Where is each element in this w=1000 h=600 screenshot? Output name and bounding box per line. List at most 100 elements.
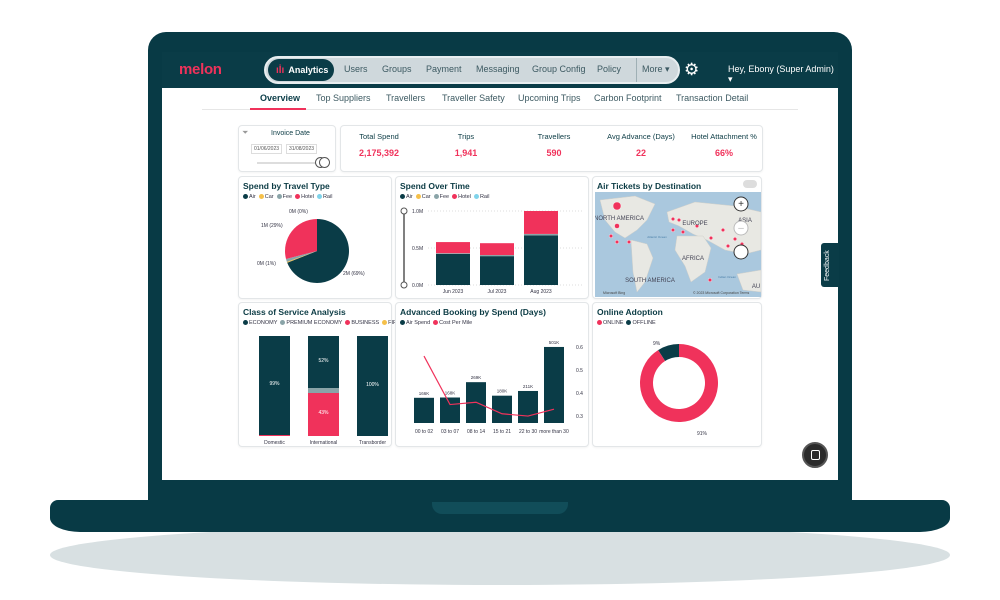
user-menu[interactable]: Hey, Ebony (Super Admin) ▾ <box>728 64 838 85</box>
x-tick-label: Domestic <box>264 440 285 446</box>
minus-icon: – <box>738 223 744 234</box>
map-label: EUROPE <box>682 221 707 227</box>
nav-users[interactable]: Users <box>344 64 368 74</box>
destination-marker <box>615 240 620 245</box>
nav-payment[interactable]: Payment <box>426 64 462 74</box>
bar-air-spend <box>492 395 512 423</box>
kpi-label: Hotel Attachment % <box>691 132 757 141</box>
bar-segment-air <box>480 256 514 285</box>
laptop-notch <box>432 500 568 514</box>
x-tick-label: Transborder <box>359 440 386 446</box>
donut-data-label: 91% <box>697 431 708 437</box>
bar-segment-business <box>259 435 290 436</box>
destination-map[interactable]: NORTH AMERICAEUROPE ASIAAFRICASOUTH AMERI… <box>595 192 761 297</box>
end-date-input[interactable]: 31/08/2023 <box>286 144 318 154</box>
nav-group-config[interactable]: Group Config <box>532 64 586 74</box>
nav-policy[interactable]: Policy <box>597 64 621 74</box>
date-slider-track[interactable] <box>257 162 317 164</box>
nav-analytics[interactable]: ıİı Analytics <box>268 59 334 81</box>
bar-data-label: 269K <box>471 375 482 380</box>
destination-marker <box>720 228 725 233</box>
kpi-card: Total Spend 2,175,392 Trips 1,941 Travel… <box>340 125 763 172</box>
x-tick-label: 03 to 07 <box>441 429 459 435</box>
tab-travellers[interactable]: Travellers <box>386 93 425 103</box>
bar-data-label: 168K <box>445 391 456 396</box>
tab-traveller-safety[interactable]: Traveller Safety <box>442 93 505 103</box>
bar-data-label: 180K <box>497 389 508 394</box>
bar-segment-fee <box>524 233 558 236</box>
x-tick-label: Jul 2023 <box>488 289 507 295</box>
pie-data-label: 1M (29%) <box>261 223 283 229</box>
feedback-tab[interactable]: Feedback <box>821 243 839 287</box>
destination-marker <box>614 223 620 229</box>
dashboard-tabs: Overview Top Suppliers Travellers Travel… <box>202 88 798 110</box>
tab-carbon-footprint[interactable]: Carbon Footprint <box>594 93 662 103</box>
slider-handle-top <box>400 207 408 215</box>
start-date-input[interactable]: 01/06/2023 <box>251 144 283 154</box>
melon-logo[interactable]: melon <box>179 61 222 78</box>
nav-groups[interactable]: Groups <box>382 64 412 74</box>
filter-title: Invoice Date <box>271 130 310 137</box>
gear-icon[interactable]: ⚙ <box>684 61 702 79</box>
slider-handle-bottom <box>400 281 408 289</box>
spend-over-time-card: Spend Over Time Air Car Fee Hotel Rail 0.0M 0… <box>395 176 589 299</box>
y-tick-label: 0.0M <box>412 283 423 289</box>
x-tick-label: more than 30 <box>539 429 569 435</box>
tab-transaction-detail[interactable]: Transaction Detail <box>676 93 748 103</box>
nav-messaging[interactable]: Messaging <box>476 64 520 74</box>
y2-tick-label: 0.4 <box>576 391 583 397</box>
kpi-label: Travellers <box>537 132 571 141</box>
y-tick-label: 1.0M <box>412 209 423 215</box>
bar-air-spend <box>440 397 460 423</box>
bar-air-spend <box>414 397 434 423</box>
bar-air-spend <box>518 390 538 423</box>
date-slider-handle-end[interactable] <box>319 157 330 168</box>
plus-icon: + <box>738 199 744 210</box>
laptop-shadow <box>50 525 950 585</box>
air-tickets-map-card: Air Tickets by Destination NORTH AMERICA… <box>592 176 762 299</box>
map-label: Atlantic Ocean <box>647 235 667 239</box>
bar-data-label: 166K <box>419 391 430 396</box>
x-tick-label: 08 to 14 <box>467 429 485 435</box>
advanced-booking-chart: 166K 00 to 02 168K 03 to 07 269K 08 to 14 180K… <box>414 340 583 435</box>
kpi-value: 22 <box>635 148 646 158</box>
x-tick-label: 00 to 02 <box>415 429 433 435</box>
map-toggle[interactable] <box>743 180 757 188</box>
destination-marker <box>707 277 712 282</box>
destination-marker <box>725 244 730 249</box>
bar-data-label: 43% <box>318 410 329 416</box>
destination-marker <box>732 237 737 242</box>
invoice-date-filter: ⏷ Invoice Date 01/06/2023 31/08/2023 <box>238 125 336 172</box>
advanced-booking-card: Advanced Booking by Spend (Days) Air Spe… <box>395 302 589 447</box>
kpi-value: 1,941 <box>454 148 478 158</box>
kpi-label: Avg Advance (Days) <box>607 132 675 141</box>
bar-data-label: 100% <box>366 382 379 388</box>
bar-segment-hotel <box>436 242 470 254</box>
tab-overview[interactable]: Overview <box>260 93 300 103</box>
kpi-value: 66% <box>714 148 733 158</box>
kpi-value: 2,175,392 <box>358 148 400 158</box>
filter-icon[interactable]: ⏷ <box>242 128 248 138</box>
bar-data-label: 52% <box>318 358 329 364</box>
bar-data-label: 211K <box>523 384 533 389</box>
map-label: NORTH AMERICA <box>595 216 644 222</box>
y-tick-label: 0.5M <box>412 246 423 252</box>
y2-tick-label: 0.3 <box>576 414 583 420</box>
main-nav: ıİı Analytics Users Groups Payment Messa… <box>264 56 680 84</box>
destination-marker <box>680 230 685 235</box>
nav-more[interactable]: More ▾ <box>642 64 670 75</box>
x-tick-label: Jun 2023 <box>443 289 464 295</box>
tab-top-suppliers[interactable]: Top Suppliers <box>316 93 371 103</box>
chat-button[interactable] <box>802 442 828 468</box>
x-tick-label: Aug 2023 <box>530 289 552 295</box>
spend-type-pie-chart: 2M (69%) 0M (1%) 1M (29%) 0M (0%) <box>257 209 365 283</box>
destination-marker <box>608 234 613 239</box>
app-screen: melon ıİı Analytics Users Groups Payment… <box>162 52 838 480</box>
map-label: Indian Ocean <box>718 275 736 279</box>
bar-segment-premium-economy <box>308 388 339 393</box>
map-label: AU <box>752 284 760 290</box>
destination-marker <box>612 201 622 211</box>
tab-upcoming-trips[interactable]: Upcoming Trips <box>518 93 581 103</box>
online-adoption-donut: 9% 91% <box>640 341 718 437</box>
top-nav-bar: melon ıİı Analytics Users Groups Payment… <box>162 52 838 88</box>
